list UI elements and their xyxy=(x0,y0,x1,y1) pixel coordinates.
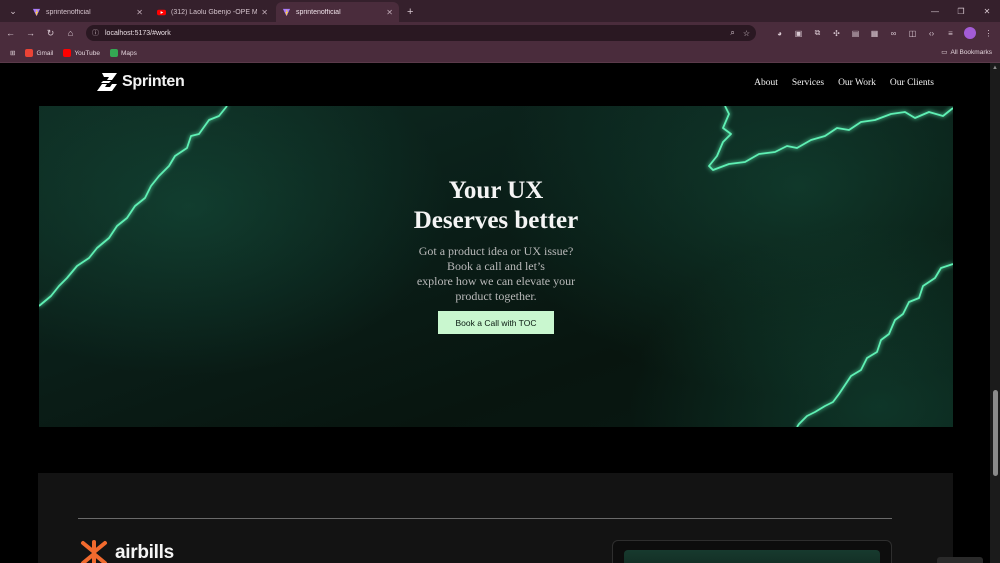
nav-our-work[interactable]: Our Work xyxy=(838,78,876,88)
airbills-brand[interactable]: airbills xyxy=(79,540,174,563)
browser-tab-bar: ⌄ sprintenofficial ✕ (312) Laolu Gbenjo … xyxy=(0,0,1000,22)
nav-services[interactable]: Services xyxy=(792,78,824,88)
bookmark-star-icon[interactable]: ☆ xyxy=(743,29,750,38)
bookmark-gmail[interactable]: Gmail xyxy=(25,49,53,57)
home-icon[interactable]: ⌂ xyxy=(61,24,80,43)
reading-mode-icon[interactable]: ▤ xyxy=(846,25,865,41)
hero-subtitle-line1: Got a product idea or UX issue? xyxy=(418,244,574,258)
site-header: Sprinten About Services Our Work Our Cli… xyxy=(0,63,990,106)
hero-title-line2: Deserves better xyxy=(413,207,579,234)
browser-tab-3-active[interactable]: sprintenofficial ✕ xyxy=(276,2,399,22)
window-controls: — ❐ ✕ xyxy=(922,0,1000,22)
profile-avatar[interactable] xyxy=(960,25,979,41)
close-tab-icon[interactable]: ✕ xyxy=(136,8,143,17)
browser-tab-2[interactable]: (312) Laolu Gbenjo -OPE MI Fo ✕ xyxy=(151,2,274,22)
hero-subtitle-line4: product together. xyxy=(455,289,537,303)
close-tab-icon[interactable]: ✕ xyxy=(386,8,393,17)
back-icon[interactable]: ← xyxy=(1,24,20,43)
url-text[interactable]: localhost:5173/#work xyxy=(105,30,722,37)
zoom-icon[interactable]: ⌕ xyxy=(730,28,734,38)
sprinten-logo-icon xyxy=(97,73,117,91)
project-preview-image xyxy=(624,550,880,563)
youtube-icon xyxy=(63,49,72,57)
reload-icon[interactable]: ↻ xyxy=(41,24,60,43)
nav-about[interactable]: About xyxy=(754,78,778,88)
sidebar-icon[interactable]: ◫ xyxy=(903,25,922,41)
logo-text: Sprinten xyxy=(122,73,185,90)
color-extension-icon[interactable]: ◕ xyxy=(770,25,789,41)
bookmarks-bar: ⊞ Gmail YouTube Maps ▭ All Bookmarks xyxy=(0,44,1000,63)
vite-icon xyxy=(32,8,41,16)
gmail-icon xyxy=(25,49,34,57)
vite-icon xyxy=(282,8,291,16)
extension-download-icon[interactable]: ⧉ xyxy=(808,25,827,41)
screenshot-icon[interactable]: ▦ xyxy=(865,25,884,41)
browser-tab-1[interactable]: sprintenofficial ✕ xyxy=(26,2,149,22)
extensions-area: ◕ ▣ ⧉ ✣ ▤ ▦ ∞ ◫ ‹› ≡ ⋮ xyxy=(770,25,998,41)
section-divider xyxy=(78,518,892,519)
bookmark-youtube[interactable]: YouTube xyxy=(63,49,100,57)
browser-toolbar: ← → ↻ ⌂ ⓘ localhost:5173/#work ⌕ ☆ ◕ ▣ ⧉… xyxy=(0,22,1000,44)
new-tab-icon[interactable]: + xyxy=(407,6,413,18)
lightning-bolt-top-right xyxy=(708,106,953,171)
main-nav: About Services Our Work Our Clients xyxy=(740,78,934,88)
extension-f-icon[interactable]: ▣ xyxy=(789,25,808,41)
maps-icon xyxy=(109,49,118,57)
scroll-up-icon[interactable]: ▲ xyxy=(992,65,998,71)
address-bar[interactable]: ⓘ localhost:5173/#work ⌕ ☆ xyxy=(86,25,756,41)
restore-icon[interactable]: ❐ xyxy=(948,0,974,22)
all-bookmarks[interactable]: ▭ All Bookmarks xyxy=(941,48,992,57)
hero-subtitle-line3: explore how we can elevate your xyxy=(416,274,576,288)
minimize-icon[interactable]: — xyxy=(922,0,948,22)
page-scrollbar[interactable]: ▲ xyxy=(990,63,1000,563)
youtube-icon xyxy=(157,9,166,15)
page-viewport: Sprinten About Services Our Work Our Cli… xyxy=(0,63,990,563)
our-work-section: airbills xyxy=(38,473,953,563)
airbills-logo-icon xyxy=(81,540,107,563)
apps-grid-icon[interactable]: ⊞ xyxy=(10,49,15,57)
close-window-icon[interactable]: ✕ xyxy=(974,0,1000,22)
scrollbar-thumb[interactable] xyxy=(993,390,998,476)
tab-search-icon[interactable]: ⌄ xyxy=(4,2,22,20)
bookmark-maps[interactable]: Maps xyxy=(109,49,137,57)
hero-subtitle-line2: Book a call and let’s xyxy=(447,259,545,273)
extensions-puzzle-icon[interactable]: ✣ xyxy=(827,25,846,41)
tab-title: sprintenofficial xyxy=(296,8,341,16)
link-icon[interactable]: ∞ xyxy=(884,25,903,41)
browser-menu-icon[interactable]: ⋮ xyxy=(979,25,998,41)
hero-title-line1: Your UX xyxy=(448,177,544,204)
overlay-tab xyxy=(937,557,983,563)
close-tab-icon[interactable]: ✕ xyxy=(261,8,268,17)
tab-title: (312) Laolu Gbenjo -OPE MI Fo xyxy=(171,8,258,16)
brand-name: airbills xyxy=(115,542,174,563)
folder-icon: ▭ xyxy=(941,49,948,56)
site-info-icon[interactable]: ⓘ xyxy=(92,28,99,38)
devtools-icon[interactable]: ‹› xyxy=(922,25,941,41)
tab-title: sprintenofficial xyxy=(46,8,91,16)
book-a-call-button[interactable]: Book a Call with TOC xyxy=(438,311,554,334)
cast-icon[interactable]: ≡ xyxy=(941,25,960,41)
nav-our-clients[interactable]: Our Clients xyxy=(890,78,934,88)
hero-section: Your UX Deserves better Got a product id… xyxy=(39,106,953,427)
project-preview-card[interactable] xyxy=(612,540,892,563)
forward-icon[interactable]: → xyxy=(21,24,40,43)
site-logo[interactable]: Sprinten xyxy=(96,72,185,92)
